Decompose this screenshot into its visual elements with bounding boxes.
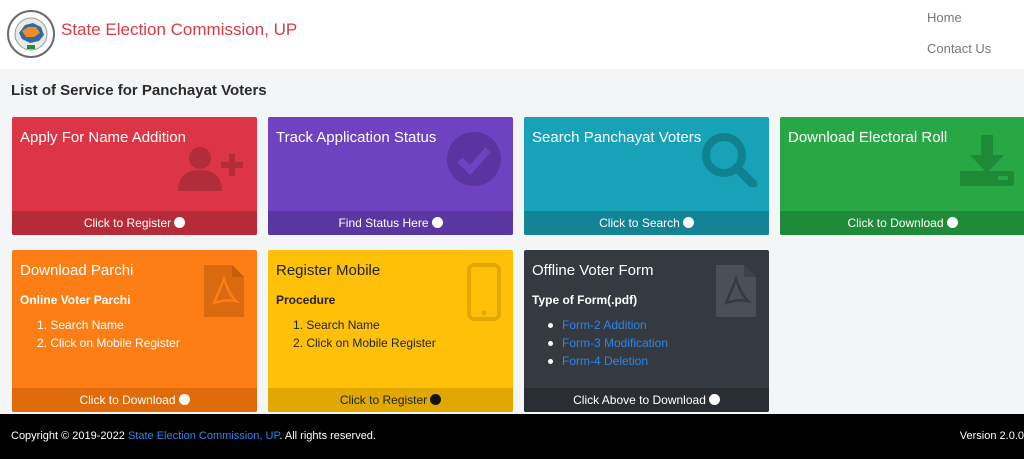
card-title: Search Panchayat Voters: [532, 129, 702, 146]
card-title: Offline Voter Form: [532, 262, 654, 279]
brand-title[interactable]: State Election Commission, UP: [61, 20, 297, 40]
arrow-right-icon: [178, 394, 190, 405]
card-subtitle: Type of Form(.pdf): [532, 293, 638, 307]
card-footer[interactable]: Click to Register: [12, 211, 257, 235]
card-title: Track Application Status: [276, 129, 437, 146]
card-title: Download Parchi: [20, 262, 134, 279]
card-title: Apply For Name Addition: [20, 129, 186, 146]
download-icon: [960, 135, 1014, 186]
top-header: State Election Commission, UP Home Conta…: [0, 0, 1024, 69]
copyright-prefix: Copyright © 2019-2022: [11, 430, 125, 442]
pdf-file-icon: [716, 265, 756, 317]
pdf-file-icon: [204, 265, 244, 317]
form-2-link[interactable]: Form-2 Addition: [548, 316, 668, 334]
arrow-right-icon: [430, 394, 442, 405]
nav-contact-link[interactable]: Contact Us: [927, 41, 991, 56]
list-item: 2. Click on Mobile Register: [293, 336, 436, 350]
card-footer[interactable]: Click to Register: [268, 388, 513, 412]
search-voters-card[interactable]: Search Panchayat Voters Click to Search: [524, 117, 769, 235]
footer-label: Click to Register: [83, 216, 172, 230]
form-3-link[interactable]: Form-3 Modification: [548, 334, 668, 352]
register-mobile-card[interactable]: Register Mobile Procedure 1. Search Name…: [268, 250, 513, 412]
list-item: 1. Search Name: [37, 318, 124, 332]
sec-up-logo[interactable]: [6, 9, 56, 59]
card-footer[interactable]: Click to Download: [780, 211, 1024, 235]
steps-list: 1. Search Name 2. Click on Mobile Regist…: [37, 316, 180, 352]
page-title: List of Service for Panchayat Voters: [11, 82, 267, 99]
card-subtitle: Procedure: [276, 293, 336, 307]
steps-list: 1. Search Name 2. Click on Mobile Regist…: [293, 316, 436, 352]
arrow-right-icon: [431, 217, 443, 228]
track-application-card[interactable]: Track Application Status Find Status Her…: [268, 117, 513, 235]
footer-label: Click to Download: [79, 393, 176, 407]
download-electoral-roll-card[interactable]: Download Electoral Roll Click to Downloa…: [780, 117, 1024, 235]
version-label: Version 2.0.0: [959, 430, 1024, 442]
offline-voter-form-card: Offline Voter Form Type of Form(.pdf) Fo…: [524, 250, 769, 412]
copyright-suffix: . All rights reserved.: [279, 430, 376, 442]
arrow-right-icon: [174, 217, 186, 228]
footer-label: Find Status Here: [338, 216, 429, 230]
footer-label: Click to Search: [599, 216, 680, 230]
nav-home-link[interactable]: Home: [927, 10, 962, 25]
forms-list: Form-2 Addition Form-3 Modification Form…: [548, 316, 668, 370]
card-title: Download Electoral Roll: [788, 129, 948, 146]
site-footer: Copyright © 2019-2022 State Election Com…: [0, 414, 1024, 459]
check-circle-icon: [447, 132, 501, 186]
arrow-up-icon: [708, 394, 720, 405]
footer-label: Click to Register: [339, 393, 428, 407]
footer-label: Click to Download: [847, 216, 944, 230]
card-footer[interactable]: Click to Search: [524, 211, 769, 235]
mobile-phone-icon: [467, 263, 501, 321]
list-item: 2. Click on Mobile Register: [37, 336, 180, 350]
apply-name-addition-card[interactable]: Apply For Name Addition Click to Registe…: [12, 117, 257, 235]
arrow-right-icon: [946, 217, 958, 228]
card-title: Register Mobile: [276, 262, 381, 279]
search-icon: [702, 133, 758, 187]
download-parchi-card[interactable]: Download Parchi Online Voter Parchi 1. S…: [12, 250, 257, 412]
form-4-link[interactable]: Form-4 Deletion: [548, 352, 668, 370]
list-item: 1. Search Name: [293, 318, 380, 332]
card-subtitle: Online Voter Parchi: [20, 293, 131, 307]
card-footer[interactable]: Find Status Here: [268, 211, 513, 235]
card-footer[interactable]: Click to Download: [12, 388, 257, 412]
sec-up-link[interactable]: State Election Commission, UP: [128, 430, 279, 442]
footer-label: Click Above to Download: [573, 393, 706, 407]
card-footer: Click Above to Download: [524, 388, 769, 412]
copyright-text: Copyright © 2019-2022 State Election Com…: [11, 430, 376, 442]
arrow-right-icon: [682, 217, 694, 228]
user-plus-icon: [178, 147, 243, 191]
